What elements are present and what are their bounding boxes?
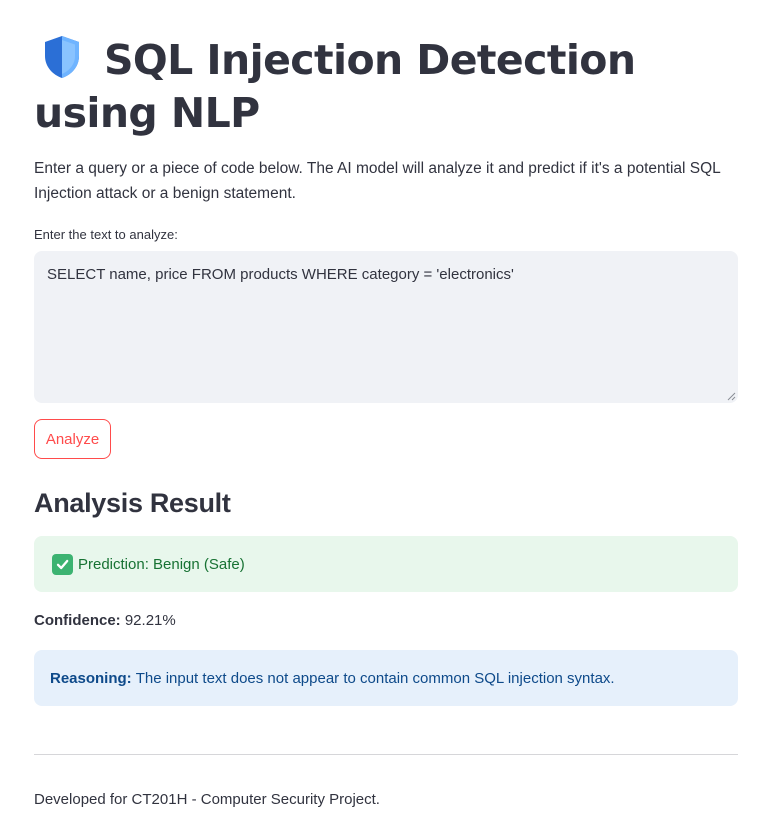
reasoning-alert: Reasoning: The input text does not appea… bbox=[34, 650, 738, 706]
divider bbox=[34, 754, 738, 755]
check-mark-icon bbox=[52, 553, 73, 575]
footer-text: Developed for CT201H - Computer Security… bbox=[34, 791, 380, 808]
page-title: SQL Injection Detection using NLP bbox=[34, 34, 738, 140]
reasoning-label: Reasoning: bbox=[50, 669, 132, 687]
confidence-label: Confidence: bbox=[34, 612, 121, 629]
analysis-result-heading: Analysis Result bbox=[34, 488, 231, 518]
page-title-text: SQL Injection Detection using NLP bbox=[34, 36, 636, 137]
text-input-container: SELECT name, price FROM products WHERE c… bbox=[34, 251, 738, 403]
text-input-label: Enter the text to analyze: bbox=[34, 227, 178, 242]
resize-handle-icon[interactable] bbox=[727, 392, 736, 401]
analyze-button[interactable]: Analyze bbox=[34, 419, 111, 459]
reasoning-text: The input text does not appear to contai… bbox=[135, 669, 615, 687]
intro-text: Enter a query or a piece of code below. … bbox=[34, 160, 721, 202]
prediction-text: Prediction: Benign (Safe) bbox=[78, 555, 245, 573]
prediction-alert: Prediction: Benign (Safe) bbox=[34, 536, 738, 592]
confidence-value: 92.21% bbox=[124, 612, 176, 629]
confidence-line: Confidence: 92.21% bbox=[34, 611, 176, 631]
shield-icon bbox=[42, 34, 82, 80]
query-textarea[interactable]: SELECT name, price FROM products WHERE c… bbox=[34, 251, 738, 403]
